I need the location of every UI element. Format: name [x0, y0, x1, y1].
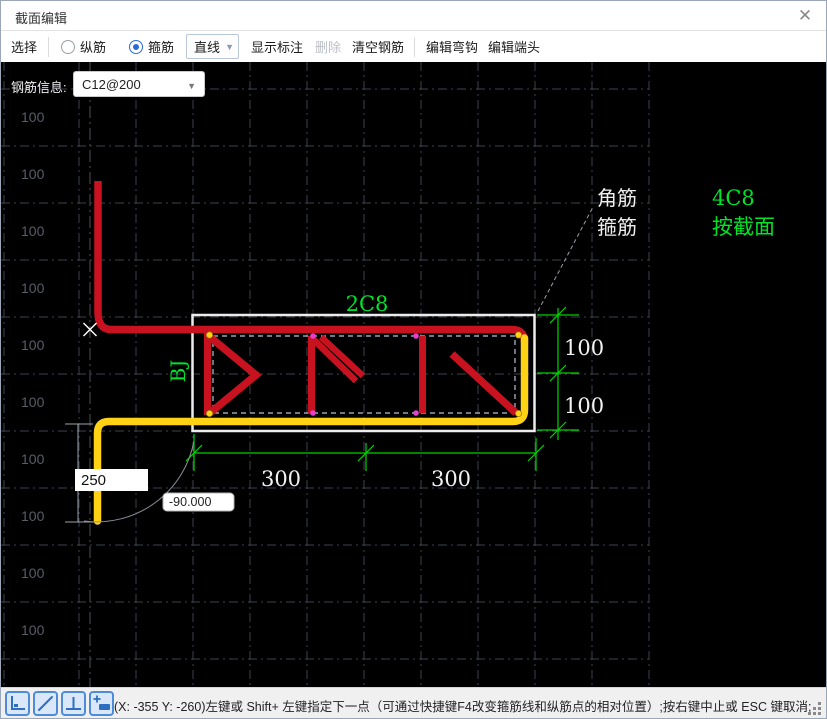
chevron-down-icon: ▼ [187, 81, 196, 91]
scale-label: 100 [21, 622, 45, 638]
perpendicular-icon [66, 697, 81, 710]
status-bar: (X: -355 Y: -260)左键或 Shift+ 左键指定下一点（可通过快… [1, 687, 826, 718]
stirrup-diagonal[interactable] [449, 351, 519, 416]
grid [1, 62, 650, 687]
length-label: 250 [81, 472, 106, 489]
radio-selected-icon[interactable] [129, 39, 144, 54]
leader-label-stirrup: 箍筋 [597, 215, 637, 239]
clear-rebar-button[interactable]: 清空钢筋 [352, 37, 404, 56]
scale-label: 100 [21, 394, 45, 410]
resize-grip[interactable] [808, 702, 822, 716]
delete-button[interactable]: 删除 [315, 37, 341, 56]
radio-stirrup-label: 箍筋 [148, 40, 175, 55]
edit-end-button[interactable]: 编辑端头 [488, 37, 540, 56]
separator [414, 36, 416, 57]
scale-label: 100 [21, 109, 45, 125]
diagonal-mode-button[interactable] [33, 691, 58, 716]
add-point-mode-button[interactable] [89, 691, 114, 716]
scale-label: 100 [21, 337, 45, 353]
scale-label: 100 [21, 280, 45, 296]
select-button[interactable]: 选择 [11, 37, 37, 56]
right-angle-icon [11, 696, 25, 710]
radio-longitudinal[interactable]: 纵筋 [61, 37, 106, 56]
separator [48, 36, 50, 57]
rebar-red-main[interactable] [94, 181, 529, 343]
scale-label: 100 [21, 166, 45, 182]
leader-label-corner: 角筋 [597, 186, 637, 210]
diagonal-line-icon [38, 696, 53, 711]
top-rebar-label: 2C8 [346, 292, 389, 316]
title-bar: 截面编辑 ✕ [1, 1, 826, 31]
toolbar: 选择 纵筋 箍筋 直线 ▼ 显示标注 删除 清空钢筋 编辑弯钩 编辑端头 [1, 31, 826, 62]
dimension-bottom [185, 434, 545, 471]
dim-bottom-text-1: 300 [261, 467, 301, 491]
scale-label: 100 [21, 565, 45, 581]
section-edit-window: 截面编辑 ✕ 选择 纵筋 箍筋 直线 ▼ 显示标注 删除 清空钢筋 编辑弯钩 编… [0, 0, 827, 719]
dim-right-text-2: 100 [564, 394, 604, 418]
line-type-dropdown[interactable]: 直线 ▼ [186, 34, 239, 59]
status-message: (X: -355 Y: -260)左键或 Shift+ 左键指定下一点（可通过快… [114, 700, 812, 714]
line-type-label: 直线 [194, 40, 221, 55]
dimension-right [537, 306, 579, 440]
rebar-info-dropdown[interactable]: C12@200 ▼ [73, 71, 205, 97]
rebar-info-value: C12@200 [82, 77, 141, 92]
ortho-mode-button[interactable] [5, 691, 30, 716]
rebar-info-label: 钢筋信息: [11, 80, 67, 95]
radio-longitudinal-label: 纵筋 [80, 40, 107, 55]
leader-line [537, 206, 594, 312]
right-note-line1: 4C8 [712, 186, 755, 210]
plus-block-icon [93, 695, 110, 710]
chevron-down-icon: ▼ [225, 41, 234, 52]
edit-hook-button[interactable]: 编辑弯钩 [426, 37, 478, 56]
radio-circle-icon[interactable] [61, 39, 76, 54]
perpendicular-mode-button[interactable] [61, 691, 86, 716]
scale-label: 100 [21, 508, 45, 524]
drawing-canvas[interactable]: 100 100 100 100 100 100 100 100 100 100 [1, 62, 827, 687]
bj-label: BJ [166, 360, 190, 383]
dim-bottom-text-2: 300 [431, 467, 471, 491]
dim-right-text-1: 100 [564, 336, 604, 360]
radio-stirrup[interactable]: 箍筋 [129, 37, 174, 56]
angle-tooltip: -90.000 [169, 495, 211, 509]
stirrup-chevron[interactable] [207, 334, 262, 416]
scale-label: 100 [21, 451, 45, 467]
scale-label: 100 [21, 223, 45, 239]
show-annotation-button[interactable]: 显示标注 [251, 37, 303, 56]
close-icon[interactable]: ✕ [792, 4, 818, 28]
right-note-line2: 按截面 [712, 215, 775, 239]
cad-drawing[interactable]: 100 100 100 100 100 100 100 100 100 100 [1, 62, 827, 687]
window-title: 截面编辑 [15, 11, 68, 26]
